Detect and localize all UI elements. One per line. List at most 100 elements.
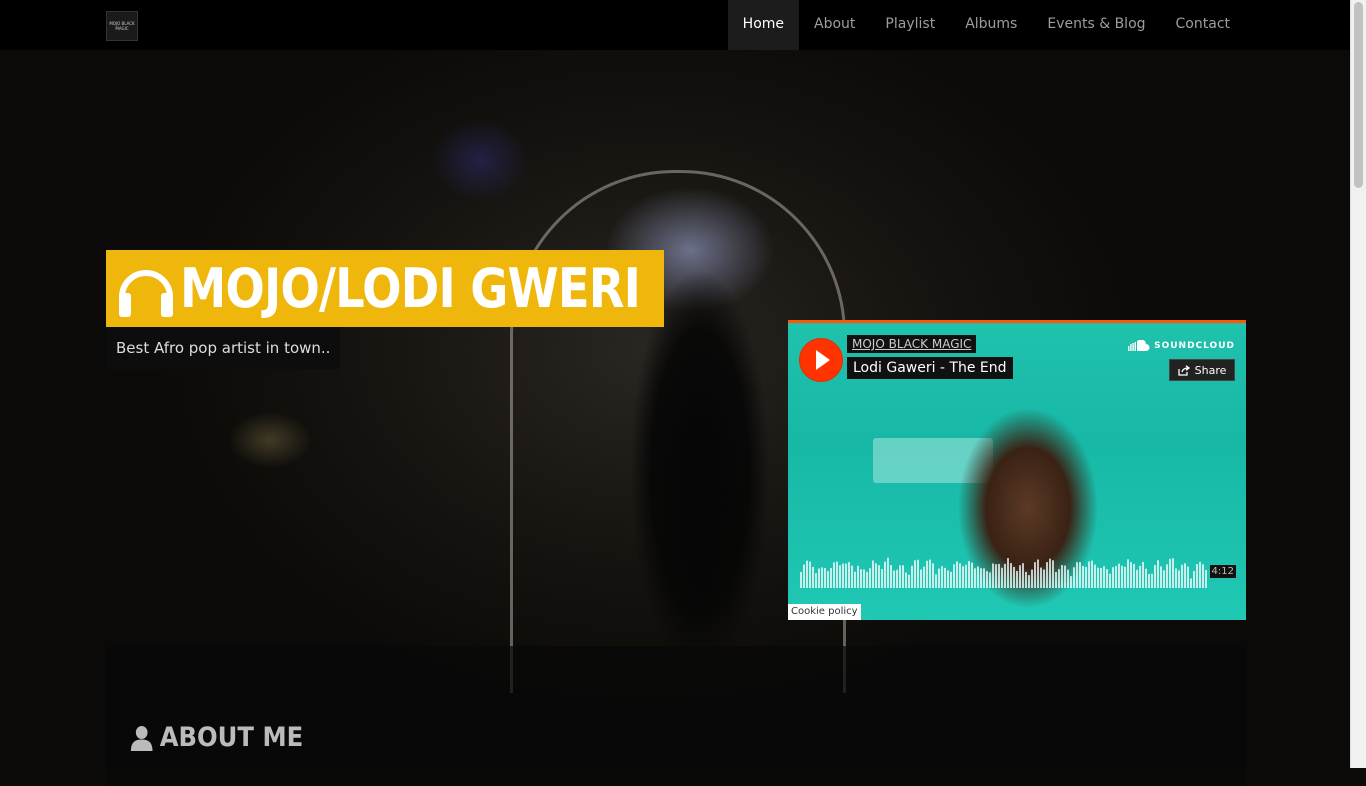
nav-link-playlist[interactable]: Playlist [870,0,950,50]
waveform-bar [833,562,835,588]
site-logo[interactable]: MOJO BLACK MAGIC [106,11,138,41]
waveform-bar [953,564,955,588]
nav-link-contact[interactable]: Contact [1161,0,1245,50]
waveform-bar [950,571,952,588]
waveform-bar [1145,568,1147,588]
share-label: Share [1194,363,1227,377]
nav-link-events-blog[interactable]: Events & Blog [1032,0,1160,50]
nav-item-contact: Contact [1161,0,1245,50]
waveform-bar [878,565,880,588]
waveform[interactable] [800,548,1210,588]
waveform-bar [1058,569,1060,588]
waveform-bar [1142,561,1144,588]
waveform-bar [959,563,961,588]
about-heading-text: ABOUT ME [159,722,304,753]
waveform-bar [974,568,976,588]
cookie-policy-link[interactable]: Cookie policy [788,604,861,620]
waveform-bar [1091,560,1093,588]
waveform-bar [1013,566,1015,588]
waveform-bar [1154,565,1156,588]
waveform-bar [899,565,901,588]
waveform-bar [1175,568,1177,588]
waveform-bar [1202,564,1204,588]
waveform-bar [1019,565,1021,588]
waveform-bar [803,564,805,588]
waveform-bar [1040,567,1042,588]
waveform-bar [1043,569,1045,588]
player-track-title[interactable]: Lodi Gaweri - The End [847,357,1013,379]
nav-link-home[interactable]: Home [727,0,800,50]
waveform-bar [839,565,841,588]
waveform-bar [1028,575,1030,588]
waveform-bar [896,569,898,588]
share-button[interactable]: Share [1169,359,1235,381]
waveform-bar [1106,569,1108,588]
waveform-bar [977,566,979,588]
waveform-bar [1109,573,1111,588]
waveform-bar [869,568,871,588]
waveform-bar [830,568,832,588]
soundcloud-brand[interactable]: SOUNDCLOUD [1128,340,1235,351]
user-icon [130,725,153,751]
waveform-bar [1193,570,1195,588]
waveform-bar [1157,560,1159,588]
waveform-bar [842,563,844,588]
page-scrollbar[interactable] [1350,0,1366,768]
waveform-bar [902,565,904,588]
waveform-bar [1136,569,1138,588]
waveform-bar [1004,563,1006,588]
waveform-bar [887,557,889,588]
nav-item-albums: Albums [950,0,1032,50]
waveform-bar [1184,563,1186,588]
waveform-bar [851,565,853,588]
waveform-bar [926,560,928,588]
waveform-bar [989,572,991,588]
waveform-bar [866,571,868,588]
waveform-bar [1139,565,1141,588]
waveform-bar [812,567,814,588]
waveform-bar [1187,566,1189,588]
waveform-bar [1076,562,1078,588]
waveform-bar [992,563,994,588]
waveform-bar [965,564,967,588]
waveform-bar [1082,566,1084,588]
waveform-bar [935,574,937,588]
waveform-bar [1124,566,1126,588]
hero-title: MOJO/LODI GWERI [180,257,641,320]
waveform-bar [1073,567,1075,588]
nav-item-about: About [799,0,870,50]
waveform-bar [914,560,916,588]
waveform-bar [1121,565,1123,588]
waveform-bar [911,565,913,588]
hero-subtitle: Best Afro pop artist in town.. [106,327,341,369]
waveform-bar [1127,559,1129,588]
waveform-bar [941,566,943,588]
waveform-bar [1016,570,1018,588]
waveform-bar [1055,571,1057,588]
soundcloud-cloud-icon [1128,340,1150,351]
waveform-bar [845,563,847,588]
player-artist-link[interactable]: MOJO BLACK MAGIC [847,335,977,353]
waveform-bar [1097,567,1099,588]
waveform-bar [1115,566,1117,588]
waveform-bar [1160,566,1162,588]
scrollbar-thumb[interactable] [1354,2,1363,188]
waveform-bar [1148,573,1150,588]
waveform-bar [1133,563,1135,588]
waveform-bar [1094,564,1096,588]
waveform-bar [857,565,859,588]
headphones-icon [119,269,173,317]
waveform-bar [1052,560,1054,588]
waveform-bar [1049,558,1051,588]
waveform-bar [1061,565,1063,588]
waveform-bar [917,559,919,588]
waveform-bar [818,568,820,588]
nav-link-albums[interactable]: Albums [950,0,1032,50]
soundcloud-brand-label: SOUNDCLOUD [1154,340,1235,351]
waveform-bar [1022,563,1024,588]
nav-menu: Home About Playlist Albums Events & Blog… [727,0,1245,50]
waveform-bar [908,574,910,588]
nav-link-about[interactable]: About [799,0,870,50]
waveform-bar [827,571,829,588]
play-button[interactable] [799,338,843,382]
